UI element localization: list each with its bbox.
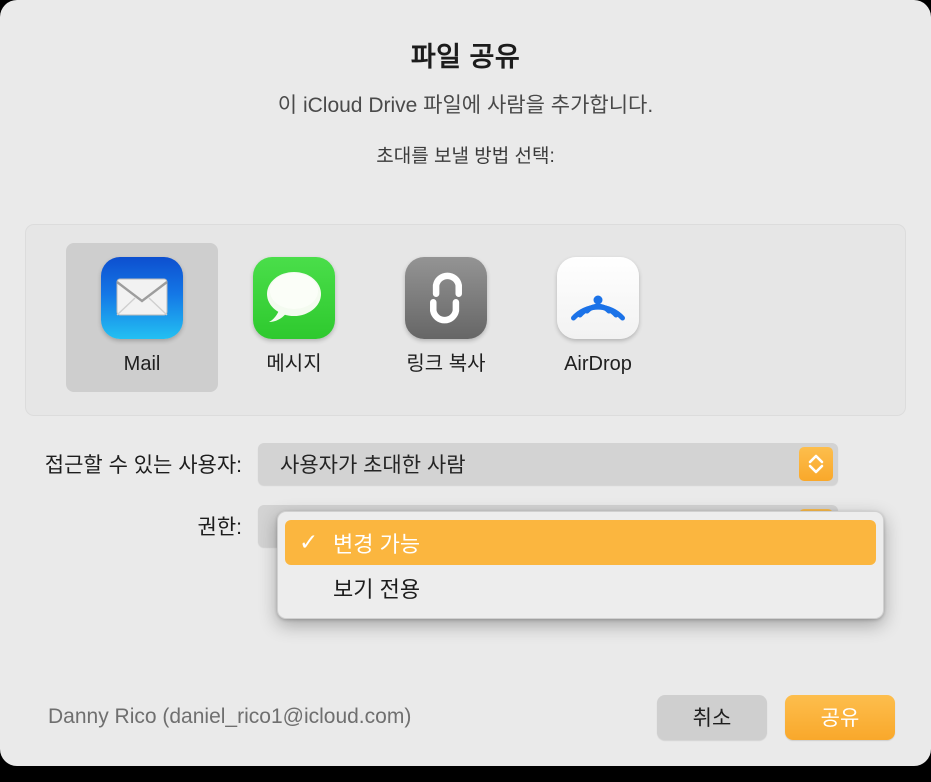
permission-dropdown-menu[interactable]: ✓ 변경 가능 ✓ 보기 전용 — [277, 511, 884, 619]
share-method-label: 링크 복사 — [406, 353, 486, 375]
mail-icon-wrap — [101, 257, 183, 339]
link-icon-wrap — [405, 257, 487, 339]
access-popup-button[interactable]: 사용자가 초대한 사람 — [258, 443, 838, 485]
share-method-panel: Mail 메시지 링크 복사 AirDrop — [25, 224, 906, 416]
share-method-label: Mail — [123, 353, 161, 375]
mail-icon — [101, 257, 183, 339]
messages-icon — [253, 257, 335, 339]
airdrop-icon-wrap — [557, 257, 639, 339]
share-button[interactable]: 공유 — [785, 694, 895, 740]
link-icon — [405, 257, 487, 339]
menu-item-view-only[interactable]: ✓ 보기 전용 — [285, 565, 876, 610]
share-method-messages[interactable]: 메시지 — [218, 243, 370, 392]
menu-item-can-edit[interactable]: ✓ 변경 가능 — [285, 520, 876, 565]
page-title: 파일 공유 — [410, 42, 521, 72]
share-method-label: AirDrop — [564, 353, 632, 375]
share-method-copy-link[interactable]: 링크 복사 — [370, 243, 522, 392]
share-method-airdrop[interactable]: AirDrop — [522, 243, 674, 392]
dialog-instruction: 초대를 보낼 방법 선택: — [376, 146, 555, 167]
dialog-subtitle: 이 iCloud Drive 파일에 사람을 추가합니다. — [277, 94, 654, 117]
access-popup-value: 사용자가 초대한 사람 — [280, 454, 466, 477]
share-method-label: 메시지 — [266, 353, 322, 375]
menu-item-label: 보기 전용 — [333, 576, 421, 602]
account-label: Danny Rico (daniel_rico1@icloud.com) — [48, 705, 412, 728]
file-sharing-dialog: 파일 공유 이 iCloud Drive 파일에 사람을 추가합니다. 초대를 … — [0, 0, 931, 766]
dialog-footer: Danny Rico (daniel_rico1@icloud.com) 취소 … — [0, 693, 931, 741]
airdrop-icon — [557, 257, 639, 339]
messages-icon-wrap — [253, 257, 335, 339]
dialog-header: 파일 공유 이 iCloud Drive 파일에 사람을 추가합니다. 초대를 … — [0, 0, 931, 170]
chevron-updown-icon[interactable] — [799, 447, 833, 481]
footer-button-group: 취소 공유 — [657, 694, 895, 740]
share-method-mail[interactable]: Mail — [66, 243, 218, 392]
cancel-button[interactable]: 취소 — [657, 694, 767, 740]
checkmark-icon-placeholder: ✓ — [299, 576, 333, 599]
checkmark-icon: ✓ — [299, 529, 319, 555]
access-row: 접근할 수 있는 사용자: 사용자가 초대한 사람 — [0, 440, 931, 488]
access-label: 접근할 수 있는 사용자: — [44, 454, 242, 477]
permission-label: 권한: — [197, 516, 242, 539]
menu-item-label: 변경 가능 — [333, 531, 421, 557]
share-method-list: Mail 메시지 링크 복사 AirDrop — [66, 243, 674, 392]
